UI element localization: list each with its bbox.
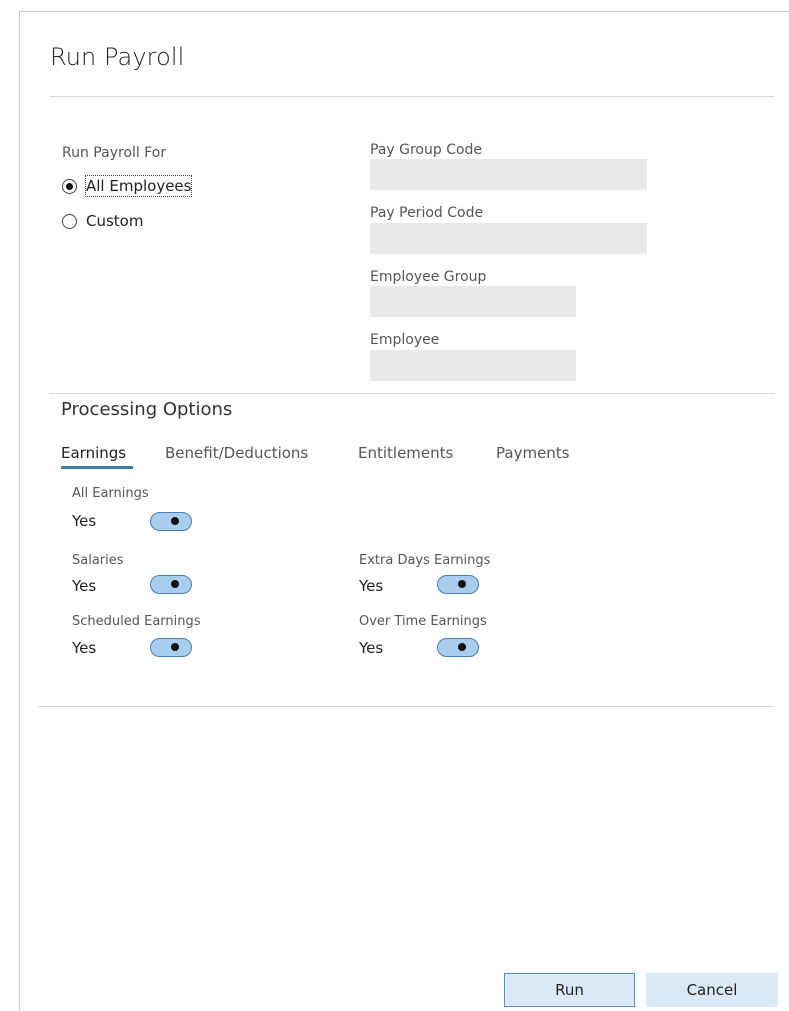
radio-all-employees[interactable]: All Employees [62,175,193,197]
salaries-toggle[interactable] [150,575,192,594]
dialog-title: Run Payroll [50,43,185,71]
scheduled-earnings-value: Yes [72,639,97,657]
radio-label-custom: Custom [86,212,144,230]
scheduled-earnings-toggle[interactable] [150,638,192,657]
all-earnings-value: Yes [72,512,97,530]
employee-group-label: Employee Group [370,269,487,285]
radio-label-all-employees: All Employees [84,175,193,197]
options-bottom-divider [38,706,774,707]
tab-entitlements[interactable]: Entitlements [358,443,453,463]
extra-days-earnings-label: Extra Days Earnings [359,553,491,568]
extra-days-earnings-toggle[interactable] [437,575,479,594]
employee-label: Employee [370,332,440,348]
toggle-knob [458,643,466,651]
over-time-earnings-toggle[interactable] [437,638,479,657]
pay-group-code-label: Pay Group Code [370,142,483,158]
radio-selected-dot [66,182,73,190]
pay-period-code-label: Pay Period Code [370,205,484,221]
tab-benefit-deductions[interactable]: Benefit/Deductions [165,443,308,463]
radio-custom[interactable]: Custom [62,211,143,231]
radio-button-all-employees[interactable] [62,178,77,194]
salaries-value: Yes [72,577,97,595]
over-time-earnings-value: Yes [359,639,384,657]
salaries-label: Salaries [72,553,124,568]
employee-input[interactable] [370,350,576,381]
pay-group-code-input[interactable] [370,159,647,190]
tab-payments[interactable]: Payments [496,443,569,463]
employee-group-input[interactable] [370,286,576,317]
toggle-knob [171,517,179,525]
run-button[interactable]: Run [504,973,635,1007]
processing-options-title: Processing Options [61,399,233,420]
radio-button-custom[interactable] [62,213,77,229]
toggle-knob [171,643,179,651]
cancel-button[interactable]: Cancel [646,973,778,1007]
scheduled-earnings-label: Scheduled Earnings [72,614,201,629]
tab-earnings[interactable]: Earnings [61,443,126,463]
toggle-knob [171,580,179,588]
all-earnings-toggle[interactable] [150,512,192,531]
pay-period-code-input[interactable] [370,223,647,254]
processing-divider [50,393,774,394]
extra-days-earnings-value: Yes [359,577,384,595]
toggle-knob [458,580,466,588]
title-divider [50,96,774,97]
over-time-earnings-label: Over Time Earnings [359,614,487,629]
all-earnings-label: All Earnings [72,486,149,501]
active-tab-indicator [61,466,133,469]
run-payroll-for-label: Run Payroll For [62,145,167,161]
